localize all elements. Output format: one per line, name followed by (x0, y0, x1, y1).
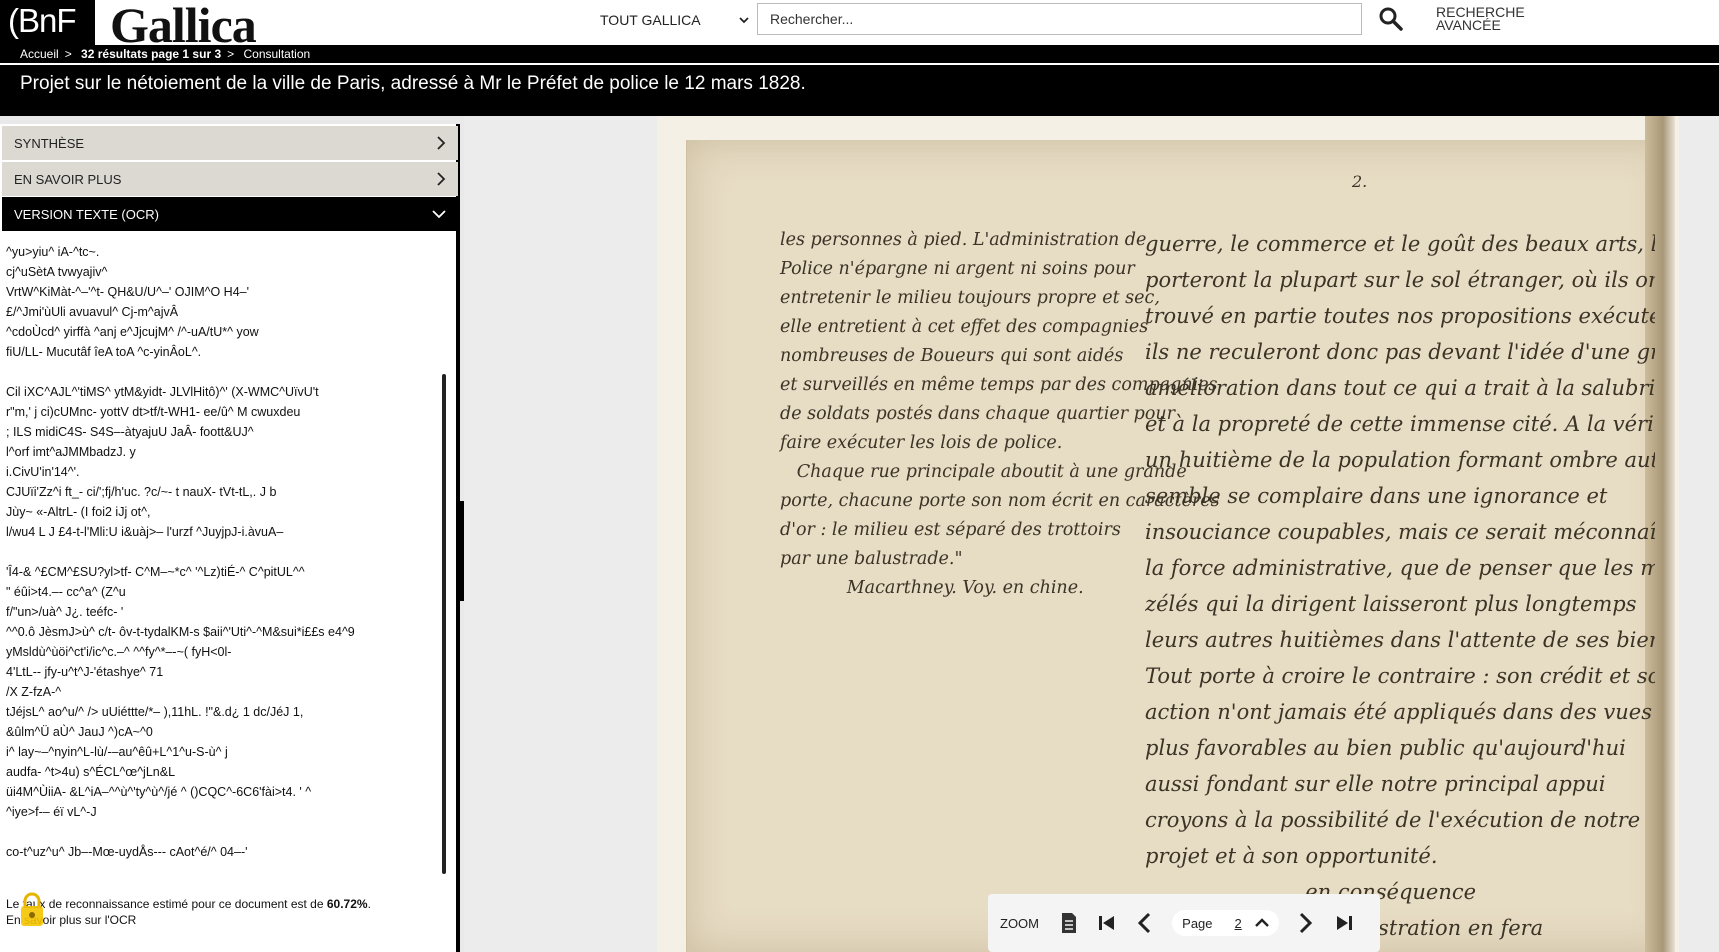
page-selector[interactable]: Page 2 (1172, 910, 1279, 936)
ocr-scrollbar[interactable] (442, 374, 446, 874)
accordion-version-texte[interactable]: VERSION TEXTE (OCR) (2, 197, 458, 231)
text-mode-button[interactable] (1059, 912, 1079, 934)
advanced-search-line2: AVANCÉE (1436, 17, 1501, 33)
chevron-down-icon (739, 17, 749, 24)
document-title: Projet sur le nétoiement de la ville de … (20, 73, 806, 94)
search-input[interactable] (757, 3, 1362, 35)
chevron-right-icon (437, 172, 446, 186)
search-scope-label: TOUT GALLICA (600, 12, 701, 28)
last-page-button[interactable] (1334, 912, 1354, 934)
next-page-button[interactable] (1297, 912, 1317, 934)
accordion-synthese[interactable]: SYNTHÈSE (2, 126, 458, 160)
accordion-label: EN SAVOIR PLUS (14, 171, 122, 187)
chevron-up-icon (1254, 918, 1269, 927)
accordion-label: VERSION TEXTE (OCR) (14, 206, 159, 222)
bnf-logo[interactable]: (BnF (0, 0, 95, 45)
last-page-icon (1337, 916, 1353, 930)
document-icon (1061, 913, 1076, 933)
first-page-icon (1098, 916, 1114, 930)
advanced-search-link[interactable]: RECHERCHE AVANCÉE (1436, 5, 1525, 33)
accordion-label: SYNTHÈSE (14, 135, 85, 151)
breadcrumb-separator: > (64, 47, 72, 61)
ocr-rate-prefix: Le taux de reconnaissance estimé pour ce… (6, 897, 327, 911)
search-icon (1379, 7, 1403, 31)
breadcrumb-results[interactable]: 32 résultats page 1 sur 3 (81, 47, 221, 61)
top-header: (BnF Gallica TOUT GALLICA RECHERCHE AVAN… (0, 0, 1719, 53)
breadcrumb-home[interactable]: Accueil (20, 47, 59, 61)
first-page-button[interactable] (1097, 912, 1117, 934)
page-number-mark: 2. (1352, 172, 1368, 191)
ocr-rate-suffix: . (367, 897, 371, 911)
ocr-text: ^yu>yiu^ iA-^tc~. cj^uSètA tvwyajiv^ Vrt… (6, 245, 355, 859)
ocr-rate-text: Le taux de reconnaissance estimé pour ce… (6, 896, 371, 913)
search-scope-select[interactable]: TOUT GALLICA (600, 8, 750, 32)
document-title-band: Projet sur le nétoiement de la ville de … (0, 63, 1719, 116)
chevron-down-icon (432, 210, 446, 219)
breadcrumb: Accueil > 32 résultats page 1 sur 3 > Cons… (0, 45, 1719, 63)
ocr-rate-value: 60.72% (326, 897, 368, 911)
lock-icon[interactable] (18, 890, 46, 930)
accordion-en-savoir-plus[interactable]: EN SAVOIR PLUS (2, 162, 458, 196)
chevron-right-icon (1300, 912, 1313, 934)
breadcrumb-current: Consultation (243, 47, 311, 61)
left-panel: SYNTHÈSE EN SAVOIR PLUS VERSION TEXTE (O… (0, 124, 460, 952)
page-navigation-bar: ZOOM Page 2 (988, 894, 1380, 952)
manuscript-right-column: guerre, le commerce et le goût des beaux… (1145, 232, 1655, 940)
search-button[interactable] (1378, 6, 1404, 32)
chevron-right-icon (437, 136, 446, 150)
zoom-button[interactable]: ZOOM (1000, 916, 1039, 931)
page-label: Page (1182, 915, 1213, 931)
chevron-left-icon (1138, 912, 1151, 934)
breadcrumb-separator: > (227, 47, 235, 61)
previous-page-button[interactable] (1134, 912, 1154, 934)
page-number-input[interactable]: 2 (1235, 916, 1245, 931)
